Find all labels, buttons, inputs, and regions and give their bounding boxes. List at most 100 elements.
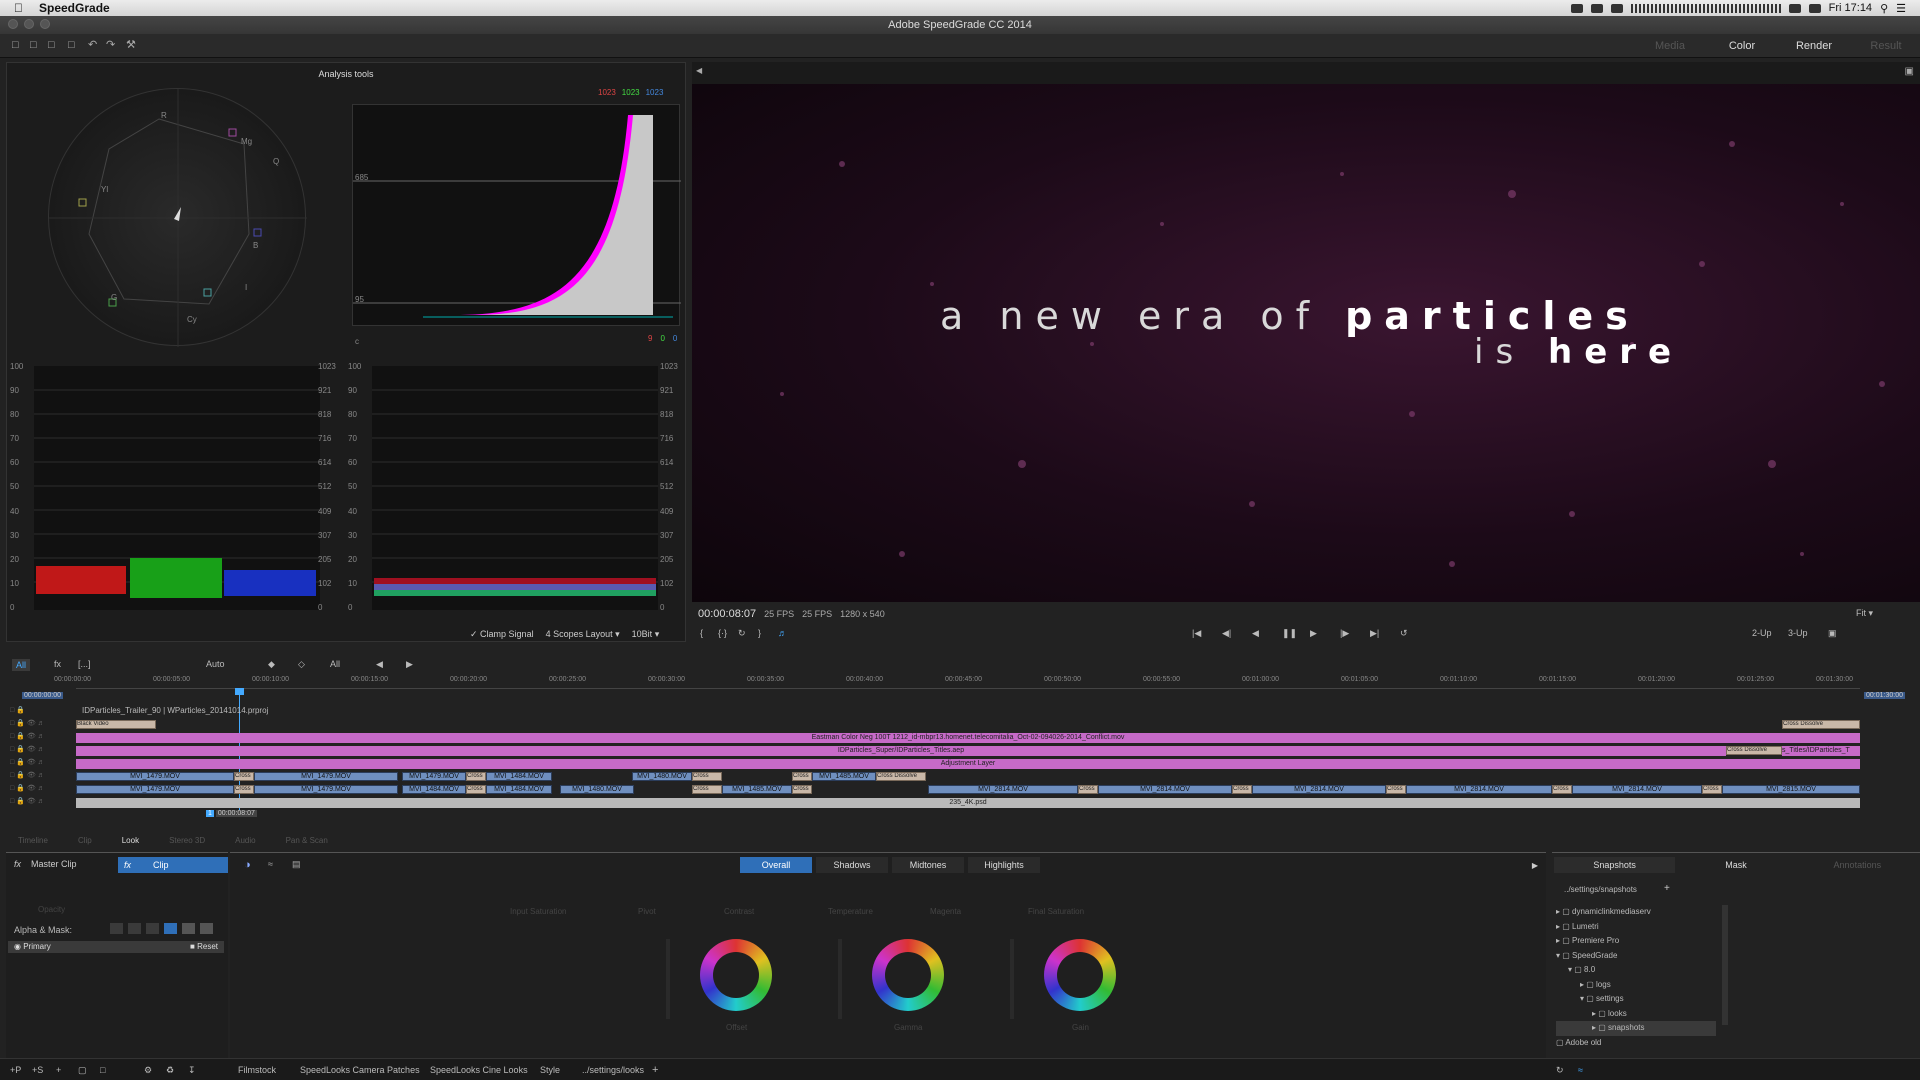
timeline-clip[interactable]: Cross: [466, 772, 486, 781]
clamp-signal-checkbox[interactable]: ✓ Clamp Signal: [470, 629, 534, 640]
slider-temperature[interactable]: Temperature: [828, 907, 873, 916]
timeline-clip[interactable]: Cross: [1386, 785, 1406, 794]
timeline-clip[interactable]: MVI_1479.MOV: [76, 785, 234, 794]
tree-item[interactable]: ▾ ▢ settings: [1556, 992, 1716, 1007]
slider-input-saturation[interactable]: Input Saturation: [510, 907, 566, 916]
timeline-ruler[interactable]: 00:00:00:00 00:00:05:00 00:00:10:00 00:0…: [54, 674, 1860, 698]
collapse-arrow-icon[interactable]: ◀: [696, 66, 702, 75]
slider-magenta[interactable]: Magenta: [930, 907, 961, 916]
track-header-icons[interactable]: □ 🔒 👁 ♬: [10, 795, 60, 808]
timeline-clip[interactable]: Cross: [692, 785, 722, 794]
tab-shadows[interactable]: Shadows: [816, 857, 888, 873]
tree-item[interactable]: ▸ ▢ dynamiclinkmediaserv: [1556, 905, 1716, 920]
timeline-clip[interactable]: MVI_1484.MOV: [402, 785, 466, 794]
tab-clip[interactable]: Clip: [78, 836, 92, 850]
slider-contrast[interactable]: Contrast: [724, 907, 754, 916]
timeline-clip[interactable]: Black Video: [76, 720, 156, 729]
play-icon[interactable]: ▶: [1310, 628, 1317, 639]
timeline-clip[interactable]: MVI_1480.MOV: [632, 772, 692, 781]
filter-icon[interactable]: ≈: [1578, 1065, 1583, 1075]
track-header-icons[interactable]: □ 🔒 👁 ♬: [10, 769, 60, 782]
gear-icon[interactable]: ⚙: [144, 1065, 152, 1076]
add-looks-tab[interactable]: +: [652, 1064, 658, 1076]
timeline-clip[interactable]: MVI_1479.MOV: [254, 772, 398, 781]
playhead-handle[interactable]: [235, 688, 244, 695]
apple-icon[interactable]: : [14, 1, 23, 15]
slider-pivot[interactable]: Pivot: [638, 907, 656, 916]
search-icon[interactable]: ⚲: [1880, 2, 1888, 15]
track-header-icons[interactable]: □ 🔒 👁 ♬: [10, 730, 60, 743]
timeline-clip[interactable]: MVI_1485.MOV: [812, 772, 876, 781]
tab-color[interactable]: Color: [1708, 34, 1776, 58]
wifi-icon[interactable]: [1788, 3, 1801, 13]
timeline-clip[interactable]: Cross: [234, 785, 254, 794]
mark-out-icon[interactable]: }: [758, 628, 761, 638]
looks-tab-style[interactable]: Style: [540, 1065, 560, 1075]
timeline-clip[interactable]: Cross Dissolve: [1782, 720, 1860, 729]
timeline-end-tc[interactable]: 00:01:30:00: [1864, 692, 1905, 699]
tab-audio[interactable]: Audio: [235, 836, 255, 850]
adjustment-layer-track[interactable]: Adjustment Layer: [76, 759, 1860, 769]
slider-final-saturation[interactable]: Final Saturation: [1028, 907, 1084, 916]
dropbox-icon[interactable]: [1570, 3, 1583, 13]
tab-result[interactable]: Result: [1852, 34, 1920, 58]
track-header-icons[interactable]: □ 🔒 👁 ♬: [10, 717, 60, 730]
titles-track[interactable]: IDParticles_Super/IDParticles_Titles.aep: [76, 746, 1726, 756]
mask-button[interactable]: [200, 923, 213, 934]
tab-media[interactable]: Media: [1636, 34, 1704, 58]
tree-item[interactable]: ▢ Adobe old: [1556, 1036, 1716, 1051]
timecode-display[interactable]: 00:00:08:07: [698, 608, 756, 620]
timeline-clip[interactable]: MVI_2814.MOV: [1406, 785, 1552, 794]
snapshot-camera-icon[interactable]: ▣: [1828, 628, 1837, 639]
timeline-clip[interactable]: MVI_1480.MOV: [560, 785, 634, 794]
copy-icon[interactable]: □: [100, 1065, 105, 1075]
tree-item[interactable]: ▸ ▢ snapshots: [1556, 1021, 1716, 1036]
zoom-select[interactable]: Fit ▾: [1856, 608, 1873, 619]
tree-scrollbar[interactable]: [1722, 905, 1728, 1025]
audio-icon[interactable]: ♬: [778, 628, 787, 638]
bit-depth-select[interactable]: 10Bit ▾: [632, 629, 660, 640]
timeline-clip[interactable]: Cross: [234, 772, 254, 781]
tab-annotations[interactable]: Annotations: [1797, 857, 1918, 873]
mark-in-icon[interactable]: {: [700, 628, 703, 638]
timeline-clip[interactable]: MVI_1479.MOV: [402, 772, 466, 781]
keyframe-add-icon[interactable]: ◆: [268, 659, 275, 670]
timeline-clip[interactable]: MVI_2814.MOV: [1252, 785, 1386, 794]
play-reverse-icon[interactable]: ◀: [1252, 628, 1259, 639]
menu-icon[interactable]: ☰: [1896, 2, 1906, 15]
scope-layout-select[interactable]: 4 Scopes Layout ▾: [546, 629, 620, 640]
timeline-clip[interactable]: Cross: [1702, 785, 1722, 794]
titles-track-tail[interactable]: s_Titles/IDParticles_T: [1782, 746, 1860, 756]
tree-item[interactable]: ▸ ▢ looks: [1556, 1007, 1716, 1022]
export-icon[interactable]: □: [68, 40, 79, 51]
open-folder-icon[interactable]: □: [12, 40, 23, 51]
clock[interactable]: Fri 17:14: [1829, 2, 1872, 14]
undo-icon[interactable]: ↶: [88, 40, 99, 51]
eye-icon[interactable]: ◉: [14, 942, 21, 951]
primary-layer-row[interactable]: ◉ Primary ■ Reset: [8, 941, 224, 953]
offset-wheel[interactable]: [700, 939, 772, 1011]
timeline-clip[interactable]: Cross Dissolve: [876, 772, 926, 781]
trash-icon[interactable]: ♻: [166, 1065, 174, 1076]
tab-overall[interactable]: Overall: [740, 857, 812, 873]
timeline-clip[interactable]: Cross: [792, 772, 812, 781]
reset-button[interactable]: ■ Reset: [190, 941, 218, 953]
playhead-marker[interactable]: 1 00:00:08:07: [206, 810, 257, 817]
maximize-viewer-icon[interactable]: ▣: [1905, 66, 1914, 77]
tab-highlights[interactable]: Highlights: [968, 857, 1040, 873]
prev-keyframe-icon[interactable]: ◀: [376, 659, 383, 670]
timeline-clip[interactable]: Cross Dissolve: [1726, 746, 1782, 755]
mask-button[interactable]: [182, 923, 195, 934]
clip-layer-button[interactable]: fx Clip: [118, 857, 228, 873]
close-window-button[interactable]: [8, 19, 18, 29]
next-keyframe-icon[interactable]: ▶: [406, 659, 413, 670]
table-icon[interactable]: ▤: [292, 859, 301, 870]
track-header-icons[interactable]: □ 🔒 👁 ♬: [10, 756, 60, 769]
track-header-icons[interactable]: □ 🔒 👁 ♬: [10, 743, 60, 756]
redo-icon[interactable]: ↷: [106, 40, 117, 51]
tab-look[interactable]: Look: [122, 836, 139, 850]
tab-timeline[interactable]: Timeline: [18, 836, 48, 850]
timeline-clip[interactable]: MVI_1479.MOV: [76, 772, 234, 781]
auto-toggle[interactable]: Auto: [206, 659, 225, 669]
tab-mask[interactable]: Mask: [1675, 857, 1796, 873]
